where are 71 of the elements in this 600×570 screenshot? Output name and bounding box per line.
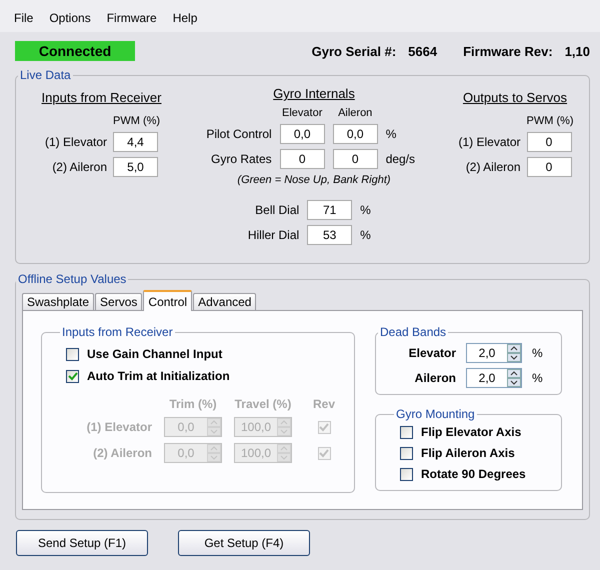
field-label: (2) Aileron [464, 160, 521, 174]
menu-item[interactable]: File [6, 11, 42, 25]
unit-label: % [360, 228, 372, 242]
checkbox[interactable] [400, 446, 413, 460]
value-field[interactable]: 0 [526, 132, 572, 152]
field-label: (2) Aileron [92, 446, 152, 460]
serial-value: 5664 [408, 44, 438, 58]
menu-item[interactable]: Help [164, 11, 206, 25]
unit-label: % [532, 346, 544, 360]
serial-label: Gyro Serial #: [312, 44, 396, 58]
field-label: Pilot Control [206, 127, 272, 141]
setup-button[interactable]: Send Setup (F1) [16, 530, 148, 556]
section-heading: Outputs to Servos [462, 90, 568, 105]
value-field[interactable]: 4,4 [113, 132, 158, 152]
field-label: (2) Aileron [51, 160, 108, 174]
unit-label: % [386, 127, 398, 141]
field-label: Gyro Rates [210, 152, 272, 166]
value-field[interactable]: 0 [526, 157, 572, 177]
field-label: (1) Elevator [458, 135, 521, 149]
field-label: Bell Dial [254, 203, 300, 217]
unit-label: deg/s [386, 152, 416, 166]
unit-label: % [360, 203, 372, 217]
setup-button[interactable]: Get Setup (F4) [178, 530, 310, 556]
column-header: Aileron [337, 107, 374, 119]
checkbox-label: Rotate 90 Degrees [421, 467, 526, 481]
checkbox-label: Use Gain Channel Input [87, 347, 222, 361]
checkbox[interactable] [400, 468, 413, 480]
checkbox-label: Flip Aileron Axis [421, 446, 515, 460]
firmware-value: 1,10 [564, 44, 590, 58]
unit-label: % [532, 371, 544, 385]
spin-field[interactable]: 2,0 [466, 343, 522, 363]
group-title: Offline Setup Values [17, 272, 128, 286]
checkbox-label: Flip Elevator Axis [421, 425, 522, 439]
value-field[interactable]: 0,0 [332, 124, 378, 144]
column-header: Trim (%) [168, 397, 218, 411]
value-field[interactable]: 0 [280, 149, 325, 169]
column-header: Elevator [281, 107, 324, 119]
value-field[interactable]: 5,0 [113, 157, 158, 177]
column-header: Rev [312, 397, 336, 411]
section-heading: Inputs from Receiver [42, 90, 162, 105]
value-field[interactable]: 53 [307, 225, 352, 245]
value-field[interactable]: 0,0 [280, 124, 325, 144]
note-text: (Green = Nose Up, Bank Right) [237, 174, 391, 186]
spin-field[interactable]: 2,0 [466, 368, 522, 388]
tab[interactable]: Servos [95, 293, 142, 311]
spinner-arrows-icon[interactable] [507, 369, 521, 387]
menu-item[interactable]: Firmware [98, 11, 165, 25]
column-header: PWM (%) [526, 115, 572, 127]
tab[interactable]: Swashplate [22, 293, 94, 311]
value-field[interactable]: 71 [307, 200, 352, 220]
field-label: Aileron [414, 371, 456, 385]
section-heading: Gyro Internals [273, 86, 355, 101]
field-label: (1) Elevator [86, 420, 152, 434]
menu-item[interactable]: Options [41, 11, 99, 25]
group-title: Dead Bands [379, 325, 448, 339]
column-header: Travel (%) [234, 397, 292, 411]
checkbox[interactable] [400, 426, 413, 438]
connection-status: Connected [15, 41, 135, 61]
firmware-label: Firmware Rev: [463, 44, 553, 58]
field-label: Hiller Dial [248, 228, 300, 242]
group-title: Live Data [19, 68, 72, 82]
spinner-arrows-icon[interactable] [507, 344, 521, 362]
value-field[interactable]: 0 [332, 149, 378, 169]
group-title: Gyro Mounting [395, 407, 476, 421]
checkbox-label: Auto Trim at Initialization [87, 369, 230, 383]
field-label: (1) Elevator [44, 135, 108, 149]
column-header: PWM (%) [113, 115, 158, 127]
group-title: Inputs from Receiver [61, 325, 174, 339]
tab[interactable]: Advanced [193, 293, 256, 311]
field-label: Elevator [408, 346, 456, 360]
tab[interactable]: Control [143, 290, 192, 311]
